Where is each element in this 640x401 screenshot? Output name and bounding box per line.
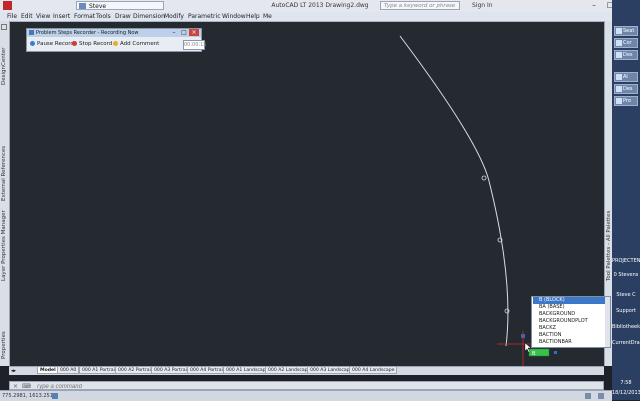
tab-layout[interactable]: 000 A2 Portrait <box>115 367 156 374</box>
tab-model[interactable]: Model <box>37 367 59 374</box>
tray-label: Bibliotheek <box>612 324 640 330</box>
menu-format[interactable]: Format <box>74 13 95 20</box>
menu-view[interactable]: View <box>36 13 50 20</box>
taskbar-item[interactable]: Al <box>614 72 638 82</box>
autocomplete-item[interactable]: BACKGROUNDPLOT <box>533 318 605 325</box>
recorder-window-controls: – □ × <box>169 29 199 36</box>
recorder-title: Problem Steps Recorder - Recording Now <box>36 30 139 36</box>
steps-recorder-window: Problem Steps Recorder - Recording Now –… <box>26 28 206 52</box>
recorder-toolbar: Pause Record Stop Record Add Comment 00:… <box>27 38 206 51</box>
drawing-svg: B <box>399 35 557 366</box>
autocomplete-item[interactable]: BACKZ <box>533 325 605 332</box>
menu-edit[interactable]: Edit <box>21 13 33 20</box>
command-line: × ⌨ <box>9 381 604 391</box>
search-placeholder: Type a keyword or phrase <box>384 3 456 9</box>
grip-blue <box>554 351 557 354</box>
menu-window[interactable]: Window <box>222 13 246 20</box>
autocomplete-scrollbar[interactable] <box>605 297 610 347</box>
tray-label: Steve C <box>616 292 636 298</box>
status-tray-icon[interactable] <box>585 393 591 399</box>
taskbar-item[interactable]: Cor <box>614 38 638 48</box>
tab-layout[interactable]: 000 A4 Portrait <box>187 367 228 374</box>
command-prompt-icon: ⌨ <box>22 383 31 390</box>
clock-date: 18/12/2013 <box>612 390 640 396</box>
pause-record-button[interactable]: Pause Record <box>30 41 74 47</box>
autocomplete-item[interactable]: BACTIONBAR <box>533 339 605 346</box>
recorder-app-icon <box>29 30 34 35</box>
status-tray-icon[interactable] <box>598 393 604 399</box>
tab-layout[interactable]: 000 A4 Landscape <box>349 367 398 374</box>
app-icon <box>616 74 622 80</box>
minimize-button[interactable]: – <box>586 1 602 9</box>
left-palette-strip: DesignCenter External References Layer P… <box>0 21 10 366</box>
autocomplete-item[interactable]: BACTION <box>533 332 605 339</box>
panel-designcenter[interactable]: DesignCenter <box>1 47 7 85</box>
sign-in-link[interactable]: Sign In <box>472 2 493 9</box>
taskbar-item[interactable]: Pro <box>614 96 638 106</box>
tray-label: 0 Stevens <box>613 272 639 278</box>
grip-point <box>481 175 487 181</box>
autocomplete-item[interactable]: BA (BASE) <box>533 304 605 311</box>
pause-icon <box>30 41 35 46</box>
recorder-close-button[interactable]: × <box>189 29 199 36</box>
app-icon <box>616 52 622 58</box>
menu-bar: File Edit View Insert Format Tools Draw … <box>0 12 640 22</box>
recorder-maximize-button[interactable]: □ <box>179 29 189 36</box>
taskbar-item[interactable]: Des <box>614 50 638 60</box>
menu-modify[interactable]: Modify <box>164 13 184 20</box>
menu-file[interactable]: File <box>7 13 17 20</box>
menu-insert[interactable]: Insert <box>53 13 70 20</box>
tab-layout[interactable]: 000 A0 <box>57 367 80 374</box>
tab-scroll-arrows-icon[interactable]: ◂▸ <box>11 368 16 374</box>
tray-label: CurrentDraw <box>612 340 640 346</box>
comment-icon <box>113 41 118 46</box>
app-icon <box>616 98 622 104</box>
app-icon <box>616 86 622 92</box>
recorder-title-bar[interactable]: Problem Steps Recorder - Recording Now –… <box>27 29 201 37</box>
autocomplete-item[interactable]: BACKGROUND <box>533 311 605 318</box>
layout-tabs: ◂▸ Model 000 A0 000 A1 Portrait 000 A2 P… <box>9 366 604 375</box>
arc-curve <box>399 35 509 347</box>
menu-draw[interactable]: Draw <box>115 13 131 20</box>
menu-help[interactable]: Help <box>246 13 260 20</box>
drawing-canvas[interactable]: B <box>9 21 604 366</box>
windows-taskbar: Seat Cor Des Al Des Pro PROJECTEN 0 Stev… <box>612 0 640 400</box>
snap-mode-icon[interactable] <box>52 393 58 399</box>
menu-parametric[interactable]: Parametric <box>188 13 221 20</box>
panel-layer-properties[interactable]: Layer Properties Manager <box>1 210 7 281</box>
document-title: AutoCAD LT 2013 Drawing2.dwg <box>271 2 369 9</box>
add-comment-button[interactable]: Add Comment <box>113 41 159 47</box>
status-bar: 775.2981, 1613.2514 <box>0 390 612 401</box>
autocomplete-item[interactable]: B (BLOCK) <box>533 297 605 304</box>
cursor-coordinates: 775.2981, 1613.2514 <box>2 393 57 399</box>
recorder-minimize-button[interactable]: – <box>169 29 179 36</box>
menu-tools[interactable]: Tools <box>96 13 111 20</box>
tab-layout[interactable]: 000 A1 Portrait <box>79 367 120 374</box>
stop-icon <box>72 41 77 46</box>
taskbar-item[interactable]: Seat <box>614 26 638 36</box>
search-input[interactable]: Type a keyword or phrase <box>380 1 460 10</box>
panel-external-references[interactable]: External References <box>1 146 7 201</box>
stop-record-button[interactable]: Stop Record <box>72 41 112 47</box>
tray-label: Support <box>616 308 636 314</box>
tray-label: PROJECTEN <box>612 258 640 264</box>
close-icon[interactable] <box>1 24 7 30</box>
command-close-icon[interactable]: × <box>13 383 18 390</box>
clock-time: 7:58 <box>620 380 632 386</box>
command-autocomplete-list: B (BLOCK) BA (BASE) BACKGROUND BACKGROUN… <box>531 296 611 348</box>
tab-layout[interactable]: 000 A3 Portrait <box>151 367 192 374</box>
panel-properties[interactable]: Properties <box>1 331 7 359</box>
recording-timer: 00:00:15 <box>183 40 207 50</box>
app-icon <box>616 40 622 46</box>
app-icon <box>616 28 622 34</box>
taskbar-item[interactable]: Des <box>614 84 638 94</box>
menu-me[interactable]: Me <box>263 13 272 20</box>
menu-dimension[interactable]: Dimension <box>133 13 165 20</box>
dynamic-input-text: B <box>532 351 536 357</box>
